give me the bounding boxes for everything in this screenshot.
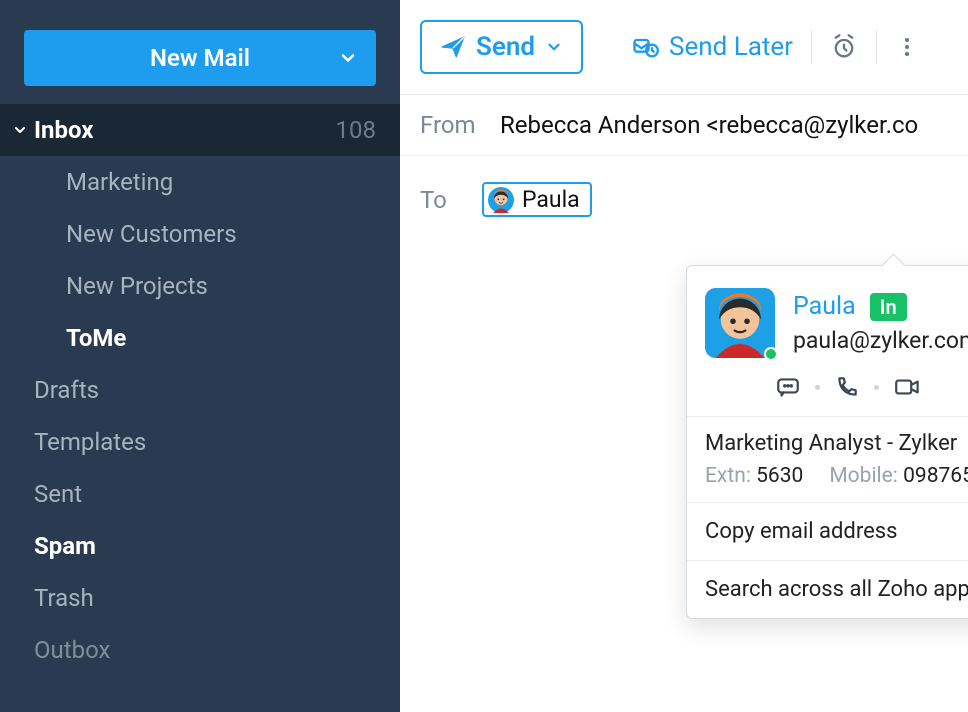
copy-email-button[interactable]: Copy email address	[687, 502, 968, 560]
folder-drafts[interactable]: Drafts	[0, 364, 400, 416]
more-icon[interactable]	[895, 35, 919, 59]
separator-dot	[874, 385, 879, 390]
chevron-down-icon	[12, 122, 28, 138]
send-button[interactable]: Send	[420, 20, 583, 74]
reminder-icon[interactable]	[830, 33, 858, 61]
contact-title: Marketing Analyst - Zylker	[705, 431, 968, 456]
contact-name[interactable]: Paula	[793, 292, 856, 321]
new-mail-label: New Mail	[150, 44, 250, 72]
schedule-icon	[631, 33, 659, 61]
contact-email: paula@zylker.com	[793, 327, 968, 354]
folder-label: Trash	[34, 584, 94, 612]
folder-inbox[interactable]: Inbox 108	[0, 104, 400, 156]
folder-outbox[interactable]: Outbox	[0, 624, 400, 664]
search-apps-button[interactable]: Search across all Zoho apps	[687, 560, 968, 618]
to-field[interactable]: To Paula	[400, 156, 968, 243]
recipient-name: Paula	[522, 186, 580, 213]
contact-extn: Extn: 5630	[705, 464, 803, 488]
folder-list: Inbox 108 Marketing New Customers New Pr…	[0, 104, 400, 664]
chevron-down-icon	[545, 38, 563, 56]
send-later-button[interactable]: Send Later	[631, 32, 793, 62]
folder-templates[interactable]: Templates	[0, 416, 400, 468]
divider	[876, 30, 877, 64]
folder-label: Outbox	[34, 636, 110, 664]
folder-trash[interactable]: Trash	[0, 572, 400, 624]
chat-icon[interactable]	[775, 374, 801, 400]
folder-sent[interactable]: Sent	[0, 468, 400, 520]
divider	[811, 30, 812, 64]
sidebar: New Mail Inbox 108 Marketing New Custome…	[0, 0, 400, 712]
separator-dot	[815, 385, 820, 390]
avatar-icon	[488, 187, 514, 213]
from-label: From	[420, 111, 500, 139]
folder-label: Spam	[34, 532, 96, 560]
new-mail-button[interactable]: New Mail	[24, 30, 376, 86]
folder-spam[interactable]: Spam	[0, 520, 400, 572]
from-field[interactable]: From Rebecca Anderson <rebecca@zylker.co	[400, 95, 968, 156]
recipient-chip[interactable]: Paula	[482, 182, 592, 217]
compose-panel: Send Send Later	[400, 0, 968, 712]
paper-plane-icon	[440, 34, 466, 60]
folder-count: 108	[336, 116, 376, 144]
folder-label: Templates	[34, 428, 146, 456]
folder-label: Inbox	[34, 116, 93, 144]
presence-indicator	[764, 347, 778, 361]
subfolder-new-customers[interactable]: New Customers	[0, 208, 400, 260]
status-badge: In	[870, 293, 907, 321]
folder-label: Sent	[34, 480, 82, 508]
send-label: Send	[476, 32, 535, 62]
contact-popover: Paula In paula@zylker.com	[686, 265, 968, 619]
contact-actions	[775, 374, 968, 400]
subfolder-tome[interactable]: ToMe	[0, 312, 400, 364]
from-value: Rebecca Anderson <rebecca@zylker.co	[500, 111, 918, 139]
subfolder-new-projects[interactable]: New Projects	[0, 260, 400, 312]
contact-mobile: Mobile: 0987654321	[829, 464, 968, 488]
video-icon[interactable]	[893, 374, 923, 400]
phone-icon[interactable]	[834, 374, 860, 400]
to-label: To	[420, 186, 482, 214]
folder-label: Drafts	[34, 376, 99, 404]
send-later-label: Send Later	[669, 32, 793, 62]
contact-details: Marketing Analyst - Zylker Extn: 5630 Mo…	[687, 416, 968, 502]
avatar-icon	[705, 288, 775, 358]
chevron-down-icon[interactable]	[338, 48, 358, 68]
subfolder-marketing[interactable]: Marketing	[0, 156, 400, 208]
compose-toolbar: Send Send Later	[400, 0, 968, 95]
